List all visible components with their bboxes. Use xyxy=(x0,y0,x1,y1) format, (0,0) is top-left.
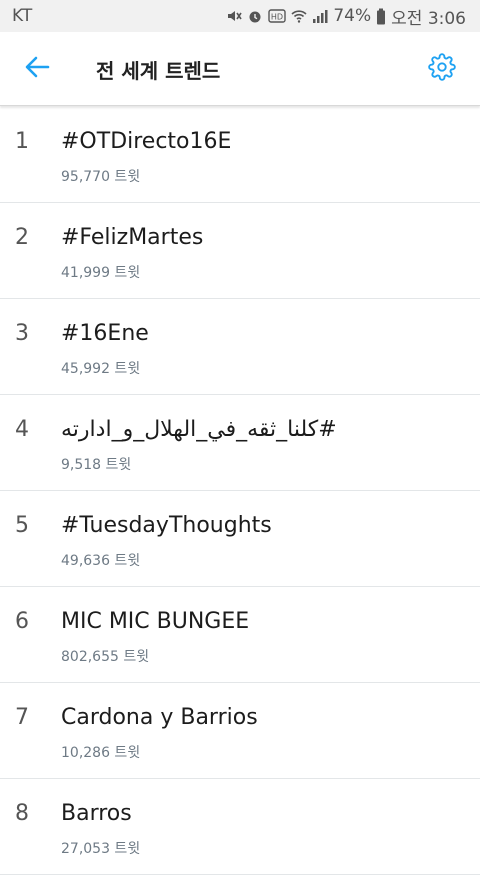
back-button[interactable] xyxy=(20,52,54,86)
page-title: 전 세계 트렌드 xyxy=(96,59,221,83)
trend-rank: 3 xyxy=(15,321,29,346)
status-bar: KT HD 74% 오전 3:06 xyxy=(0,0,480,32)
app-bar: 전 세계 트렌드 xyxy=(0,32,480,106)
alarm-icon xyxy=(247,8,263,24)
trend-rank: 5 xyxy=(15,513,29,538)
trend-tweet-count: 95,770 트윗 xyxy=(61,169,141,185)
trend-row[interactable]: 5 #TuesdayThoughts 49,636 트윗 xyxy=(0,491,480,587)
trend-row[interactable]: 4 #كلنا_ثقه_في_الهلال_و_ادارته 9,518 트윗 xyxy=(0,395,480,491)
trend-row[interactable]: 1 #OTDirecto16E 95,770 트윗 xyxy=(0,107,480,203)
trend-tweet-count: 41,999 트윗 xyxy=(61,265,141,281)
trend-name: Barros xyxy=(61,801,132,826)
signal-icon xyxy=(312,8,328,24)
trend-row[interactable]: 2 #FelizMartes 41,999 트윗 xyxy=(0,203,480,299)
settings-button[interactable] xyxy=(426,53,458,85)
gear-icon xyxy=(428,53,456,85)
trend-rank: 4 xyxy=(15,417,29,442)
trend-rank: 2 xyxy=(15,225,29,250)
status-icons: HD 74% 오전 3:06 xyxy=(226,4,466,29)
trend-rank: 7 xyxy=(15,705,29,730)
wifi-icon xyxy=(291,8,307,24)
hd-icon: HD xyxy=(268,9,287,23)
carrier-label: KT xyxy=(12,6,33,26)
trend-row[interactable]: 6 MIC MIC BUNGEE 802,655 트윗 xyxy=(0,587,480,683)
trend-name: MIC MIC BUNGEE xyxy=(61,609,250,634)
trend-name: #16Ene xyxy=(61,321,149,346)
clock: 오전 3:06 xyxy=(391,8,466,29)
trend-tweet-count: 802,655 트윗 xyxy=(61,649,150,665)
trend-name: #OTDirecto16E xyxy=(61,129,232,154)
back-arrow-icon xyxy=(24,54,50,84)
trend-row[interactable]: 7 Cardona y Barrios 10,286 트윗 xyxy=(0,683,480,779)
trend-rank: 8 xyxy=(15,801,29,826)
trend-tweet-count: 45,992 트윗 xyxy=(61,361,141,377)
trend-tweet-count: 27,053 트윗 xyxy=(61,841,141,857)
battery-icon xyxy=(376,8,386,25)
trend-rank: 6 xyxy=(15,609,29,634)
trend-name: #TuesdayThoughts xyxy=(61,513,272,538)
trend-rank: 1 xyxy=(15,129,29,154)
mute-icon xyxy=(226,8,243,24)
trend-row[interactable]: 3 #16Ene 45,992 트윗 xyxy=(0,299,480,395)
svg-text:HD: HD xyxy=(271,13,283,22)
battery-percent: 74% xyxy=(333,6,372,26)
trend-name: #كلنا_ثقه_في_الهلال_و_ادارته xyxy=(61,417,337,442)
trend-tweet-count: 9,518 트윗 xyxy=(61,457,132,473)
trend-row[interactable]: 8 Barros 27,053 트윗 xyxy=(0,779,480,875)
trends-list: 1 #OTDirecto16E 95,770 트윗 2 #FelizMartes… xyxy=(0,107,480,875)
trend-tweet-count: 49,636 트윗 xyxy=(61,553,141,569)
trend-name: #FelizMartes xyxy=(61,225,204,250)
trend-tweet-count: 10,286 트윗 xyxy=(61,745,141,761)
trend-name: Cardona y Barrios xyxy=(61,705,258,730)
